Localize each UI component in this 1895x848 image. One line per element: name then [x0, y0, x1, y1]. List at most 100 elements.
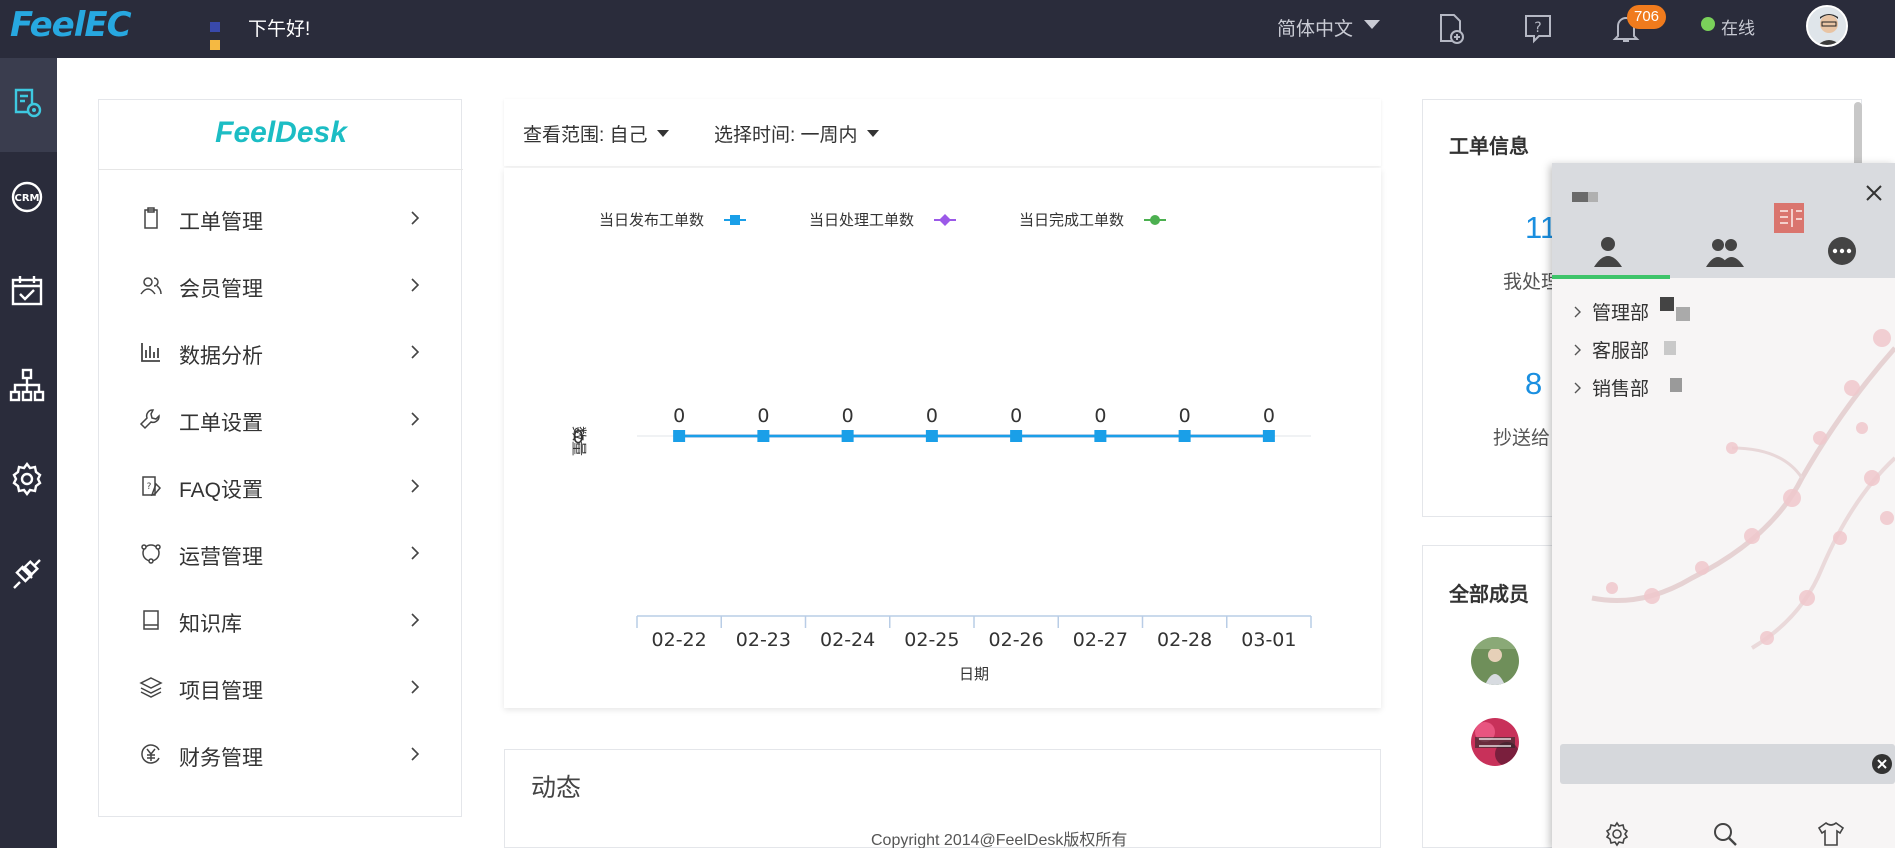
- tree-item-dept[interactable]: 客服部: [1570, 336, 1649, 363]
- bar-chart-icon: [141, 343, 160, 362]
- member-avatar[interactable]: [1471, 718, 1519, 766]
- clear-icon[interactable]: [1870, 752, 1894, 776]
- data-label: 0: [673, 405, 685, 427]
- data-point: [1262, 430, 1275, 442]
- menu-label: 工单管理: [179, 211, 263, 234]
- menu-label: FAQ设置: [179, 479, 264, 502]
- menu-item-projects[interactable]: 项目管理: [99, 655, 463, 722]
- menu-item-faq[interactable]: ? FAQ设置: [99, 454, 463, 521]
- chat-bubble-icon[interactable]: [1822, 231, 1862, 271]
- member-avatar[interactable]: [1471, 637, 1519, 685]
- user-avatar[interactable]: [1806, 5, 1848, 47]
- data-label: 0: [1179, 405, 1191, 427]
- tree-item-dept[interactable]: 销售部: [1570, 374, 1649, 401]
- x-tick-label: 02-26: [989, 629, 1044, 651]
- legend-label: 当日发布工单数: [599, 211, 704, 229]
- faq-icon: ?: [142, 476, 162, 497]
- chevron-right-icon: [411, 211, 420, 225]
- feelec-logo[interactable]: FeelEC: [10, 5, 132, 45]
- seal-stamp-icon: [1774, 203, 1804, 233]
- blurred-count: [1670, 378, 1682, 392]
- menu-label: 知识库: [179, 613, 242, 636]
- time-filter[interactable]: 选择时间: 一周内: [714, 120, 858, 147]
- chat-popup: 管理部 客服部 销售部: [1552, 163, 1895, 848]
- menu-item-members[interactable]: 会员管理: [99, 253, 463, 320]
- settings-gear-icon[interactable]: [1602, 819, 1632, 848]
- menu-item-finance[interactable]: 财务管理: [99, 722, 463, 789]
- cc-count[interactable]: 8: [1525, 366, 1542, 402]
- menu-label: 财务管理: [179, 747, 263, 770]
- blurred-count: [1676, 307, 1690, 321]
- chevron-right-icon: [1574, 382, 1581, 394]
- svg-text:?: ?: [1534, 20, 1541, 36]
- notification-badge[interactable]: 706: [1627, 5, 1667, 29]
- feeldesk-logo[interactable]: FeelDesk: [99, 100, 463, 170]
- org-chart-icon[interactable]: [6, 364, 48, 406]
- legend-label: 当日完成工单数: [1019, 211, 1124, 229]
- data-point: [757, 430, 770, 442]
- chat-header: [1552, 163, 1895, 278]
- operation-icon: [141, 544, 161, 564]
- members-icon: [140, 277, 162, 295]
- data-label: 0: [1094, 405, 1106, 427]
- chevron-right-icon: [411, 278, 420, 292]
- dept-label: 销售部: [1592, 379, 1650, 400]
- settings-gear-icon[interactable]: [6, 458, 48, 500]
- menu-item-knowledge-base[interactable]: 知识库: [99, 588, 463, 655]
- data-label: 0: [926, 405, 938, 427]
- crm-icon[interactable]: CRM: [6, 176, 48, 218]
- chevron-right-icon: [411, 747, 420, 761]
- caret-down-icon[interactable]: [657, 130, 669, 137]
- data-point: [841, 430, 854, 442]
- copyright-text: Copyright 2014@FeelDesk版权所有: [871, 832, 1128, 848]
- plugin-icon[interactable]: [6, 552, 48, 594]
- top-bar: FeelEC 下午好! 简体中文 ? 706 在线: [0, 0, 1895, 58]
- language-selector[interactable]: 简体中文: [1277, 14, 1353, 41]
- menu-label: 会员管理: [179, 278, 263, 301]
- skin-shirt-icon[interactable]: [1816, 819, 1846, 848]
- greeting-text: 下午好!: [248, 19, 311, 40]
- chevron-right-icon: [411, 345, 420, 359]
- menu-label: 数据分析: [179, 345, 263, 368]
- dept-label: 客服部: [1592, 341, 1650, 362]
- help-icon[interactable]: ?: [1520, 10, 1556, 46]
- x-axis-label: 日期: [959, 665, 989, 683]
- menu-item-operations[interactable]: 运营管理: [99, 521, 463, 588]
- tree-item-dept[interactable]: 管理部: [1570, 298, 1649, 325]
- close-icon[interactable]: [1862, 181, 1886, 205]
- search-icon[interactable]: [1710, 819, 1740, 848]
- book-icon: [143, 610, 159, 630]
- single-user-icon[interactable]: [1588, 231, 1628, 271]
- workorder-info-title: 工单信息: [1449, 136, 1529, 158]
- online-status-icon: [1701, 17, 1715, 31]
- wrench-icon: [139, 409, 160, 430]
- menu-label: 工单设置: [179, 412, 263, 435]
- workorder-chart-card: 当日发布工单数 当日处理工单数 当日完成工单数 0 数量 02-22 02-23 02-24 0…: [504, 168, 1381, 708]
- legend-marker: [1150, 215, 1160, 225]
- chevron-right-icon: [1574, 306, 1581, 318]
- menu-item-analytics[interactable]: 数据分析: [99, 320, 463, 387]
- chevron-right-icon: [411, 412, 420, 426]
- data-point: [1094, 430, 1107, 442]
- calendar-check-icon[interactable]: [6, 270, 48, 312]
- cc-label: 抄送给: [1493, 428, 1551, 449]
- menu-item-workorder-settings[interactable]: 工单设置: [99, 387, 463, 454]
- workorder-settings-icon[interactable]: [6, 82, 48, 124]
- group-users-icon[interactable]: [1704, 231, 1744, 271]
- chevron-right-icon: [411, 546, 420, 560]
- data-label: 0: [757, 405, 769, 427]
- caret-down-icon[interactable]: [867, 130, 879, 137]
- dept-label: 管理部: [1592, 303, 1650, 324]
- new-document-icon[interactable]: [1432, 10, 1468, 46]
- x-tick-label: 02-28: [1157, 629, 1212, 651]
- menu-item-workorder[interactable]: 工单管理: [99, 186, 463, 253]
- chat-search-input[interactable]: [1560, 744, 1895, 784]
- caret-down-icon[interactable]: [1364, 20, 1380, 29]
- chevron-right-icon: [1574, 344, 1581, 356]
- menu-label: 运营管理: [179, 546, 263, 569]
- left-nav: CRM: [0, 58, 57, 848]
- chevron-right-icon: [411, 680, 420, 694]
- scope-filter[interactable]: 查看范围: 自己: [523, 120, 648, 147]
- x-tick-label: 02-27: [1073, 629, 1128, 651]
- online-status-text[interactable]: 在线: [1721, 14, 1755, 39]
